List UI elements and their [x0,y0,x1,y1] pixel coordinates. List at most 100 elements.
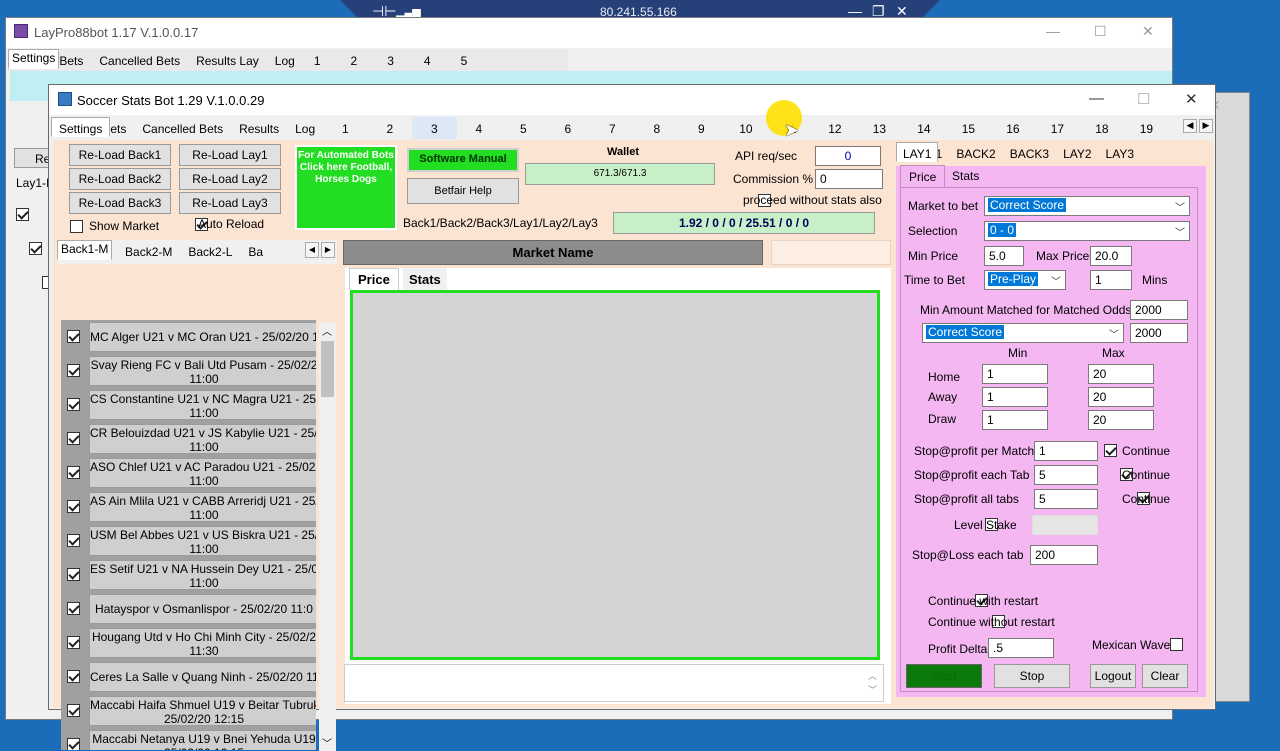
market2-select[interactable]: Correct Score ﹀ [922,323,1124,343]
scroll-up-icon[interactable]: ︿ [322,323,332,338]
away-min-field[interactable]: 1 [982,387,1048,407]
profit-delta-field[interactable]: .5 [988,638,1054,658]
tab-cancelled-bets[interactable]: Cancelled Bets [134,117,231,139]
list-tab-back1-m[interactable]: Back1-M [57,240,113,260]
tab-price[interactable]: Price [349,268,399,290]
stop-loss-field[interactable]: 200 [1030,545,1098,565]
match-checkbox[interactable] [67,602,80,615]
scroll-thumb[interactable] [321,341,334,397]
list-item[interactable]: Maccabi Netanya U19 v Bnei Yehuda U1925/… [61,728,316,750]
tab-stats[interactable]: Stats [403,268,447,291]
maximize-icon[interactable]: ☐ [1137,90,1150,108]
tab-settings[interactable]: Settings [8,49,60,69]
match-checkbox[interactable] [67,704,80,717]
betfair-help-button[interactable]: Betfair Help [407,178,519,204]
close-icon[interactable]: ✕ [1142,23,1154,40]
list-item[interactable]: CS Constantine U21 v NC Magra U21 - 25/0… [61,388,316,422]
market-to-bet-select[interactable]: Correct Score ﹀ [984,196,1190,216]
reload-lay3-button[interactable]: Re-Load Lay3 [179,192,281,214]
match-checkbox[interactable] [67,398,80,411]
tab-settings[interactable]: Settings [51,117,111,137]
tab-15[interactable]: 15 [946,117,991,139]
tab-2[interactable]: 2 [340,49,377,71]
tab-19[interactable]: 19 [1124,117,1169,139]
match-checkbox[interactable] [67,364,80,377]
match-checkbox[interactable] [67,432,80,445]
show-market-checkbox[interactable] [70,220,83,233]
minimize-icon[interactable]: — [1046,23,1060,39]
tab-13[interactable]: 13 [857,117,902,139]
tab-18[interactable]: 18 [1080,117,1125,139]
tab-5[interactable]: 5 [450,49,487,71]
tab-lay1[interactable]: LAY1 [896,142,939,162]
list-item[interactable]: Maccabi Haifa Shmuel U19 v Beitar Tubruk… [61,694,316,728]
match-checkbox[interactable] [67,466,80,479]
list-item[interactable]: Svay Rieng FC v Bali Utd Pusam - 25/02/2… [61,354,316,388]
list-item[interactable]: CR Belouizdad U21 v JS Kabylie U21 - 25/… [61,422,316,456]
stop-match-field[interactable]: 1 [1034,441,1098,461]
home-max-field[interactable]: 20 [1088,364,1154,384]
list-item[interactable]: AS Ain Mlila U21 v CABB Arreridj U21 - 2… [61,490,316,524]
match-checkbox[interactable] [67,534,80,547]
home-min-field[interactable]: 1 [982,364,1048,384]
match-checkbox[interactable] [67,500,80,513]
list-item[interactable]: Hougang Utd v Ho Chi Minh City - 25/02/2… [61,626,316,660]
max-price-field[interactable]: 20.0 [1090,246,1132,266]
automated-bots-button[interactable]: For Automated Bots Click here Football, … [295,145,397,230]
tab-9[interactable]: 9 [679,117,724,139]
tab-back2[interactable]: BACK2 [949,142,1002,164]
commission-field[interactable]: 0 [815,169,883,189]
tab-1[interactable]: 1 [323,117,368,139]
selection-select[interactable]: 0 - 0 ﹀ [984,221,1190,241]
logout-button[interactable]: Logout [1090,664,1136,688]
list-tab-right-icon[interactable]: ▶ [321,242,335,258]
list-item[interactable]: Ceres La Salle v Quang Ninh - 25/02/20 1… [61,660,316,694]
tab-5[interactable]: 5 [501,117,546,139]
tab-4[interactable]: 4 [413,49,450,71]
tab-results-lay[interactable]: Results Lay [188,49,267,71]
list-tab-left-icon[interactable]: ◀ [305,242,319,258]
list-item[interactable]: Hatayspor v Osmanlispor - 25/02/20 11:0 [61,592,316,626]
software-manual-button[interactable]: Software Manual [407,148,519,172]
start-button[interactable]: Start [906,664,982,688]
tab-scroll-right-icon[interactable]: ▶ [1199,119,1213,133]
stop-all-field[interactable]: 5 [1034,489,1098,509]
tab-stats[interactable]: Stats [944,165,987,187]
match-checkbox[interactable] [67,738,80,750]
list-scrollbar[interactable]: ︿ ﹀ [319,323,336,751]
tab-3[interactable]: 3 [376,49,413,71]
draw-min-field[interactable]: 1 [982,410,1048,430]
match-checkbox[interactable] [67,568,80,581]
time-to-bet-select[interactable]: Pre-Play ﹀ [984,270,1066,290]
back-row-checkbox[interactable] [16,208,29,221]
tab-cancelled-bets[interactable]: Cancelled Bets [91,49,188,71]
stop-button[interactable]: Stop [994,664,1070,688]
close-icon[interactable]: ✕ [1185,90,1198,108]
continue-match-checkbox[interactable] [1104,444,1117,457]
mexican-wave-checkbox[interactable] [1170,638,1184,651]
tab-lay3[interactable]: LAY3 [1099,142,1141,164]
tab-back3[interactable]: BACK3 [1003,142,1056,164]
match-checkbox[interactable] [67,670,80,683]
tab-price[interactable]: Price [900,165,946,187]
tab-log[interactable]: Log [287,117,323,139]
scroll-down-icon[interactable]: ﹀ [322,735,332,750]
tab-scroll-left-icon[interactable]: ◀ [1183,119,1197,133]
min-amount-field[interactable]: 2000 [1130,300,1188,320]
scroll-up-icon[interactable]: ︿ [868,669,877,682]
tab-results[interactable]: Results [231,117,287,139]
api-field[interactable]: 0 [815,146,881,166]
tab-6[interactable]: 6 [546,117,591,139]
reload-back2-button[interactable]: Re-Load Back2 [69,168,171,190]
tab-12[interactable]: 12 [813,117,858,139]
list-item[interactable]: MC Alger U21 v MC Oran U21 - 25/02/20 1 [61,320,316,354]
tab-3[interactable]: 3 [412,117,457,139]
list-tab-back2-m[interactable]: Back2-M [117,240,180,262]
tab-4[interactable]: 4 [457,117,502,139]
reload-lay1-button[interactable]: Re-Load Lay1 [179,144,281,166]
tab-lay2[interactable]: LAY2 [1056,142,1098,164]
list-item[interactable]: USM Bel Abbes U21 v US Biskra U21 - 25/0… [61,524,316,558]
list-tab-back2-l[interactable]: Back2-L [180,240,240,262]
scroll-down-icon[interactable]: ﹀ [868,683,877,696]
clear-button[interactable]: Clear [1142,664,1188,688]
